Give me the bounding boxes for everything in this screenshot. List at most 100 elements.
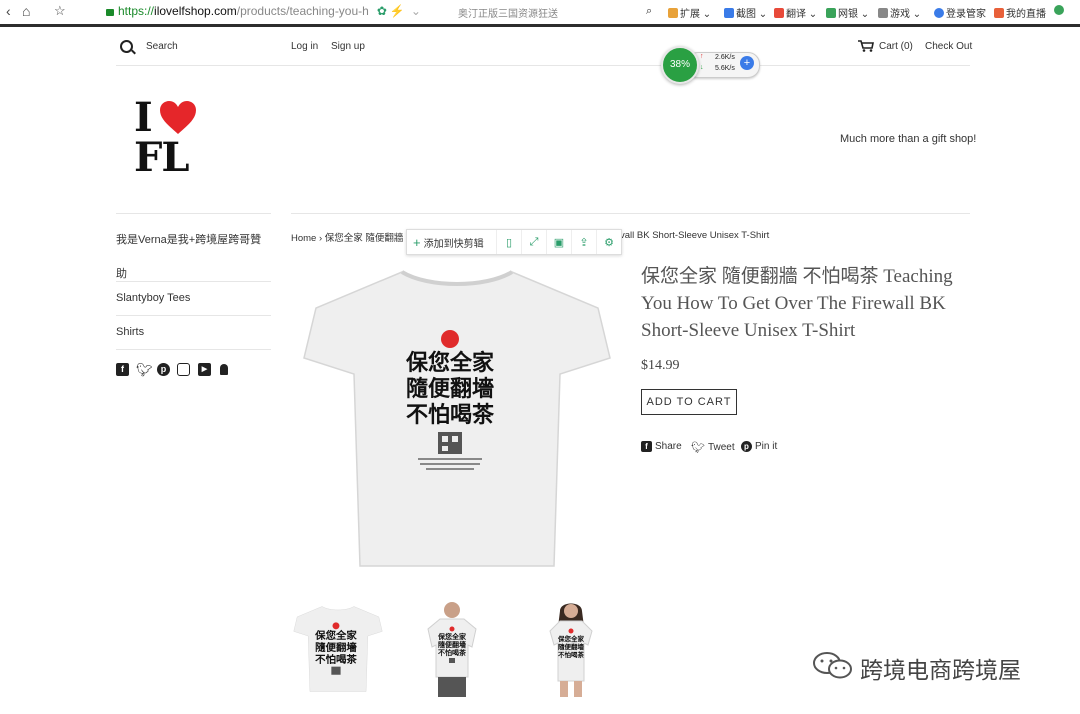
search-icon-browser[interactable]: ⌕ bbox=[646, 5, 652, 18]
dropdown-icon[interactable]: ⌄ bbox=[411, 4, 421, 18]
breadcrumb-separator: › bbox=[318, 233, 323, 244]
tv-icon bbox=[994, 8, 1004, 18]
settings-icon[interactable]: ⚙ bbox=[596, 230, 621, 254]
tweet-link[interactable]: 🐦︎ Tweet bbox=[691, 441, 735, 454]
expand-icon[interactable]: ⤢ bbox=[521, 230, 546, 254]
shield-icon bbox=[826, 8, 836, 18]
ext-item-3[interactable]: 网银 ⌄ bbox=[826, 5, 869, 20]
back-icon[interactable]: ‹ bbox=[6, 3, 11, 19]
signup-link[interactable]: Sign up bbox=[331, 41, 365, 52]
instagram-icon[interactable] bbox=[177, 363, 190, 376]
ext-item-4[interactable]: 游戏 ⌄ bbox=[878, 5, 921, 20]
watermark-text: 跨境电商跨境屋 bbox=[860, 658, 1021, 684]
upload-arrow-icon: ↑ bbox=[700, 53, 704, 60]
snapchat-icon[interactable] bbox=[220, 364, 228, 375]
search-icon[interactable] bbox=[120, 40, 133, 53]
bookmark-star-icon[interactable]: ☆ bbox=[54, 3, 66, 19]
thumbnail-2-male-model[interactable]: 保您全家 隨便翻墻 不怕喝茶 bbox=[424, 601, 480, 697]
sidebar-divider bbox=[116, 349, 271, 350]
sidebar-divider bbox=[116, 315, 271, 316]
cart-link[interactable]: Cart (0) bbox=[879, 41, 913, 52]
qr-code-icon bbox=[438, 432, 462, 454]
url-path: /products/teaching-you-h bbox=[236, 4, 369, 18]
product-main-image[interactable]: 保您全家 隨便翻墻 不怕喝茶 bbox=[298, 266, 616, 572]
svg-text:保您全家: 保您全家 bbox=[314, 629, 357, 642]
plus-icon: + bbox=[413, 234, 421, 250]
svg-text:不怕喝茶: 不怕喝茶 bbox=[315, 653, 357, 666]
pinterest-icon[interactable]: p bbox=[157, 363, 170, 376]
svg-text:保您全家: 保您全家 bbox=[437, 632, 467, 641]
svg-text:隨便翻墻: 隨便翻墻 bbox=[315, 641, 357, 654]
logo-letters-fl: FL bbox=[134, 134, 190, 181]
product-title: 保您全家 隨便翻牆 不怕喝茶 Teaching You How To Get O… bbox=[641, 266, 953, 341]
cart-icon[interactable] bbox=[858, 40, 874, 52]
svg-text:隨便翻墻: 隨便翻墻 bbox=[406, 377, 494, 402]
content-divider bbox=[291, 213, 970, 214]
bookmark-icon[interactable]: ▯ bbox=[496, 230, 521, 254]
lightning-icon[interactable]: ⚡ bbox=[390, 4, 405, 18]
toolbar-divider bbox=[0, 24, 1080, 27]
share-icon[interactable]: ⇪ bbox=[571, 230, 596, 254]
url-scheme: https:// bbox=[118, 4, 155, 18]
search-link[interactable]: Search bbox=[146, 41, 178, 52]
svg-text:隨便翻墻: 隨便翻墻 bbox=[438, 640, 466, 649]
plus-icon[interactable]: + bbox=[740, 56, 754, 70]
sidebar-item-shirts[interactable]: Shirts bbox=[116, 326, 271, 338]
ext-item-2[interactable]: 翻译 ⌄ bbox=[774, 5, 817, 20]
add-to-clip-button[interactable]: + 添加到快剪辑 bbox=[407, 235, 496, 250]
twitter-icon: 🐦︎ bbox=[691, 442, 705, 454]
login-link[interactable]: Log in bbox=[291, 41, 318, 52]
tagline: Much more than a gift shop! bbox=[840, 133, 977, 145]
ext-item-1[interactable]: 截图 ⌄ bbox=[724, 5, 767, 20]
pinterest-icon: p bbox=[741, 441, 752, 452]
translate-icon bbox=[774, 8, 784, 18]
refresh-icon[interactable]: ✿ bbox=[377, 4, 387, 18]
ext-item-6[interactable]: 我的直播 bbox=[994, 5, 1046, 20]
twitter-icon[interactable]: 🐦︎ bbox=[136, 362, 153, 378]
facebook-icon: f bbox=[641, 441, 652, 452]
svg-text:保您全家: 保您全家 bbox=[405, 350, 495, 376]
ext-item-0[interactable]: 扩展 ⌄ bbox=[668, 5, 711, 20]
red-seal-icon bbox=[441, 330, 459, 348]
svg-text:不怕喝茶: 不怕喝茶 bbox=[438, 648, 467, 657]
download-arrow-icon: ↓ bbox=[700, 64, 704, 71]
svg-text:不怕喝茶: 不怕喝茶 bbox=[406, 403, 495, 428]
svg-text:隨便翻墻: 隨便翻墻 bbox=[558, 642, 585, 651]
search-suggestion[interactable]: 奥汀正版三国资源狂送 bbox=[458, 5, 558, 20]
wechat-logo-icon bbox=[813, 652, 852, 679]
facebook-icon[interactable]: f bbox=[116, 363, 129, 376]
svg-text:保您全家: 保您全家 bbox=[557, 634, 585, 643]
sidebar-divider bbox=[116, 281, 271, 282]
pin-link[interactable]: p Pin it bbox=[741, 441, 777, 452]
url-domain: ilovelfshop.com bbox=[154, 4, 237, 18]
save-icon[interactable]: ▣ bbox=[546, 230, 571, 254]
clip-toolbar: + 添加到快剪辑 ▯ ⤢ ▣ ⇪ ⚙ bbox=[406, 229, 622, 255]
percent-badge: 38% bbox=[661, 46, 699, 84]
network-speed-widget[interactable]: 38% ↑ 2.6K/s ↓ 5.6K/s + bbox=[660, 45, 760, 84]
gamepad-icon bbox=[878, 8, 888, 18]
sidebar-item-slantyboy[interactable]: Slantyboy Tees bbox=[116, 292, 271, 304]
home-icon[interactable]: ⌂ bbox=[22, 3, 30, 19]
thumbnail-3-female-model[interactable]: 保您全家 隨便翻墻 不怕喝茶 bbox=[546, 601, 596, 697]
address-bar[interactable]: https://ilovelfshop.com/products/teachin… bbox=[92, 2, 448, 20]
thumbnail-1[interactable]: 保您全家 隨便翻墻 不怕喝茶 bbox=[292, 603, 384, 695]
breadcrumb-product-end: vall BK Short-Sleeve Unisex T-Shirt bbox=[620, 230, 770, 241]
header-divider bbox=[116, 65, 970, 66]
share-facebook-link[interactable]: f Share bbox=[641, 441, 682, 452]
scissors-icon bbox=[724, 8, 734, 18]
ext-item-5[interactable]: 登录管家 bbox=[934, 5, 986, 20]
puzzle-icon bbox=[668, 8, 678, 18]
chat-icon[interactable] bbox=[1054, 5, 1066, 17]
heart-icon bbox=[160, 101, 196, 134]
sidebar-top-divider bbox=[116, 213, 271, 214]
breadcrumb-home[interactable]: Home bbox=[291, 233, 316, 244]
lock-icon bbox=[106, 8, 114, 16]
download-speed: 5.6K/s bbox=[715, 65, 735, 72]
key-icon bbox=[934, 8, 944, 18]
checkout-link[interactable]: Check Out bbox=[925, 41, 972, 52]
youtube-icon[interactable]: ▶ bbox=[198, 363, 211, 376]
breadcrumb: Home › 保您全家 隨便翻牆 bbox=[291, 230, 403, 244]
svg-text:不怕喝茶: 不怕喝茶 bbox=[558, 650, 585, 659]
add-to-cart-button[interactable]: ADD TO CART bbox=[641, 389, 737, 415]
site-logo[interactable]: I FL bbox=[134, 94, 214, 182]
